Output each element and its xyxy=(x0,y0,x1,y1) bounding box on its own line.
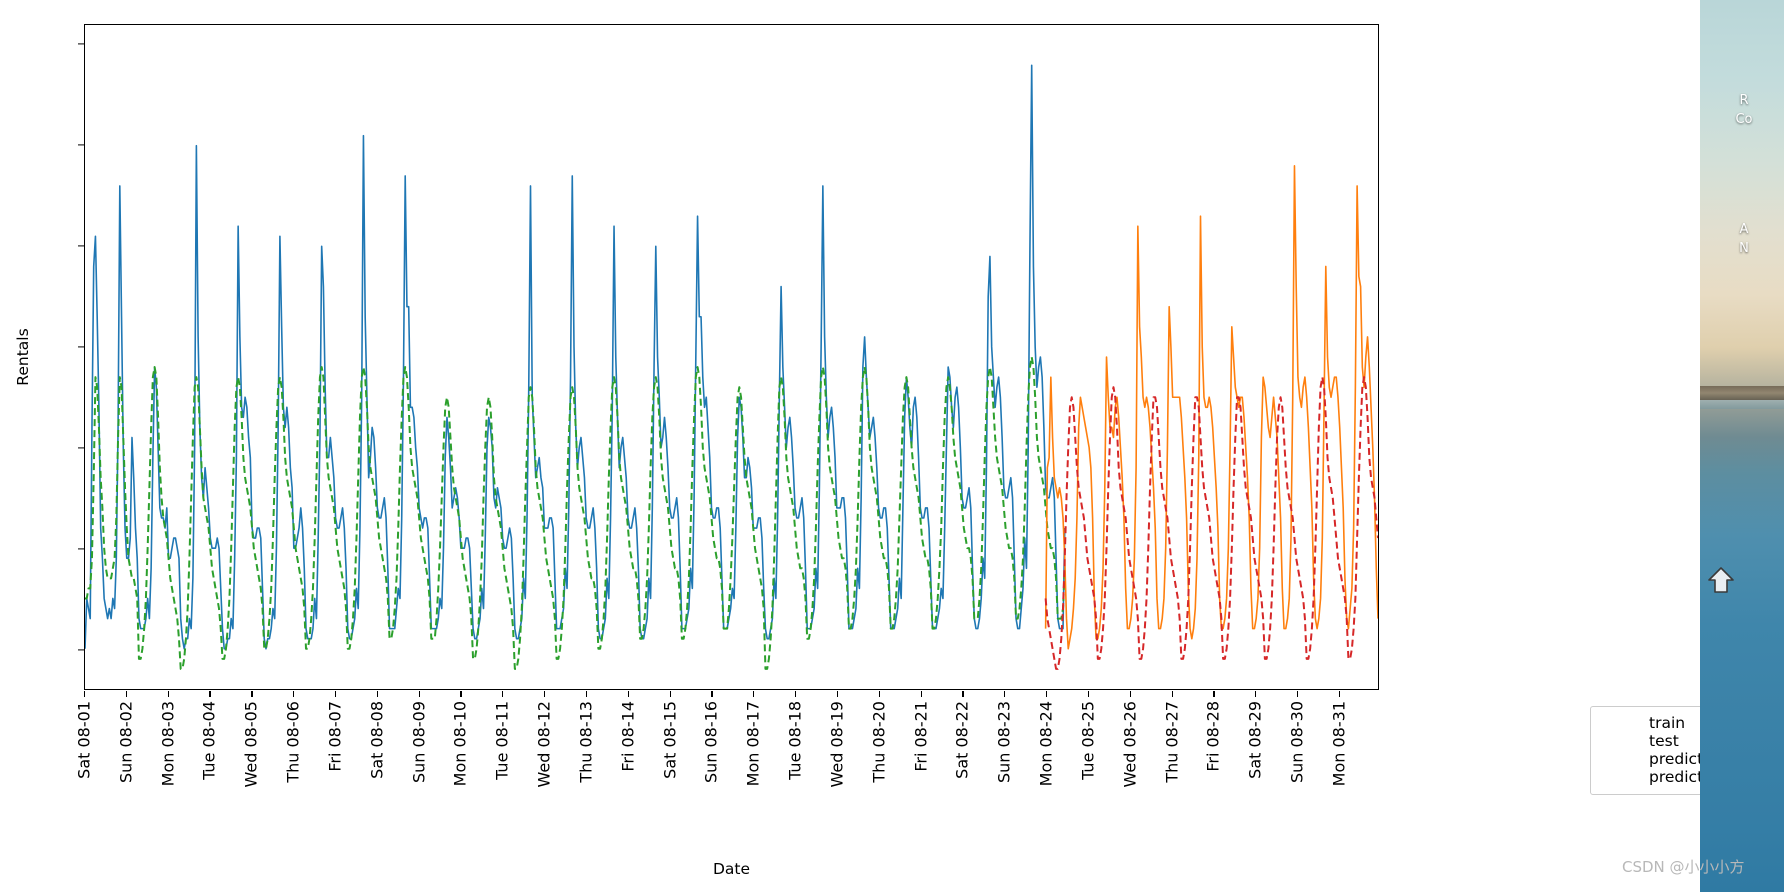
x-tick-mark xyxy=(1255,691,1257,697)
x-tick-label: Wed 08-19 xyxy=(827,701,847,788)
watermark: CSDN @小小小方 xyxy=(1622,858,1745,876)
x-tick-mark xyxy=(836,691,839,697)
x-tick-label: Mon 08-17 xyxy=(743,701,763,787)
x-tick-label: Tue 08-25 xyxy=(1078,701,1098,780)
x-tick-label: Sun 08-23 xyxy=(994,701,1014,784)
up-arrow-icon[interactable] xyxy=(1706,565,1736,595)
y-tick-mark xyxy=(78,245,84,247)
x-tick-mark xyxy=(753,691,755,697)
x-tick-mark xyxy=(125,691,128,697)
x-tick-mark xyxy=(544,691,546,697)
desktop-background: R Co A N xyxy=(1700,0,1784,892)
plot-svg xyxy=(85,25,1378,689)
x-tick-label: Thu 08-27 xyxy=(1162,701,1182,783)
x-tick-mark xyxy=(585,691,588,697)
legend-label: train xyxy=(1649,714,1686,732)
x-tick-label: Fri 08-28 xyxy=(1203,701,1223,772)
y-tick-mark xyxy=(78,447,84,449)
x-tick-mark xyxy=(1213,691,1215,697)
x-tick-label: Sat 08-29 xyxy=(1245,701,1265,779)
x-tick-label: Wed 08-12 xyxy=(534,701,554,788)
x-tick-label: Thu 08-13 xyxy=(576,701,596,783)
x-tick-label: Tue 08-04 xyxy=(199,701,219,780)
x-tick-mark xyxy=(334,691,337,697)
x-tick-label: Sun 08-30 xyxy=(1287,701,1307,784)
x-tick-label: Mon 08-24 xyxy=(1036,701,1056,787)
x-tick-mark xyxy=(1171,691,1173,697)
x-tick-mark xyxy=(251,691,253,697)
x-tick-mark xyxy=(962,691,964,697)
legend-label: test xyxy=(1649,732,1679,750)
x-tick-label: Wed 08-05 xyxy=(241,701,261,788)
x-tick-mark xyxy=(669,691,671,697)
x-tick-mark xyxy=(293,691,295,697)
x-axis-label: Date xyxy=(712,860,751,878)
x-tick-mark xyxy=(878,691,880,697)
x-tick-mark xyxy=(84,691,86,697)
wallpaper-image xyxy=(1700,0,1784,892)
y-tick-mark xyxy=(78,346,84,348)
x-tick-mark xyxy=(795,691,797,697)
wallpaper-text-line2: Co xyxy=(1735,112,1753,127)
y-tick-mark xyxy=(78,649,84,651)
x-tick-mark xyxy=(209,691,211,697)
x-tick-label: Mon 08-31 xyxy=(1329,701,1349,787)
x-tick-mark xyxy=(711,691,713,697)
wallpaper-text-line3: A xyxy=(1739,222,1749,237)
x-tick-label: Thu 08-20 xyxy=(869,701,889,783)
x-tick-label: Tue 08-18 xyxy=(785,701,805,780)
x-tick-mark xyxy=(502,691,504,697)
wallpaper-text-line4: N xyxy=(1739,241,1749,256)
y-tick-mark xyxy=(78,43,84,45)
x-tick-label: Mon 08-03 xyxy=(158,701,178,787)
wallpaper-surf-band xyxy=(1700,400,1784,409)
x-tick-label: Fri 08-21 xyxy=(911,701,931,772)
plot-axes xyxy=(84,24,1379,690)
x-tick-mark xyxy=(1046,691,1048,697)
x-tick-mark xyxy=(1129,691,1131,697)
x-tick-label: Fri 08-14 xyxy=(618,701,638,772)
x-tick-label: Tue 08-11 xyxy=(492,701,512,780)
x-tick-label: Sat 08-15 xyxy=(660,701,680,779)
x-tick-label: Mon 08-10 xyxy=(450,701,470,787)
x-tick-mark xyxy=(376,691,378,697)
x-tick-mark xyxy=(460,691,462,697)
matplotlib-figure: Rentals 0102030405060 Sat 08-01Sun 08-02… xyxy=(0,0,1779,892)
series-test xyxy=(1046,166,1378,649)
x-tick-mark xyxy=(1004,691,1006,697)
x-tick-label: Sun 08-02 xyxy=(116,701,136,784)
x-tick-mark xyxy=(1338,691,1341,697)
x-tick-label: Sat 08-22 xyxy=(952,701,972,779)
x-tick-mark xyxy=(627,691,629,697)
y-axis-label: Rentals xyxy=(14,328,32,386)
x-tick-mark xyxy=(167,691,169,697)
y-tick-mark xyxy=(78,548,84,550)
x-tick-label: Sun 08-09 xyxy=(409,701,429,784)
wallpaper-shore-band xyxy=(1700,386,1784,400)
x-tick-mark xyxy=(1087,691,1090,697)
wallpaper-text-line1: R xyxy=(1739,93,1749,108)
x-tick-label: Thu 08-06 xyxy=(283,701,303,783)
x-tick-label: Sat 08-08 xyxy=(367,701,387,779)
series-train xyxy=(85,65,1065,649)
x-tick-mark xyxy=(418,691,420,697)
y-tick-mark xyxy=(78,144,84,146)
x-tick-label: Fri 08-07 xyxy=(325,701,345,772)
x-tick-mark xyxy=(1297,691,1299,697)
x-tick-mark xyxy=(920,691,922,697)
x-tick-label: Wed 08-26 xyxy=(1120,701,1140,788)
x-tick-label: Sun 08-16 xyxy=(701,701,721,784)
x-tick-label: Sat 08-01 xyxy=(74,701,94,779)
